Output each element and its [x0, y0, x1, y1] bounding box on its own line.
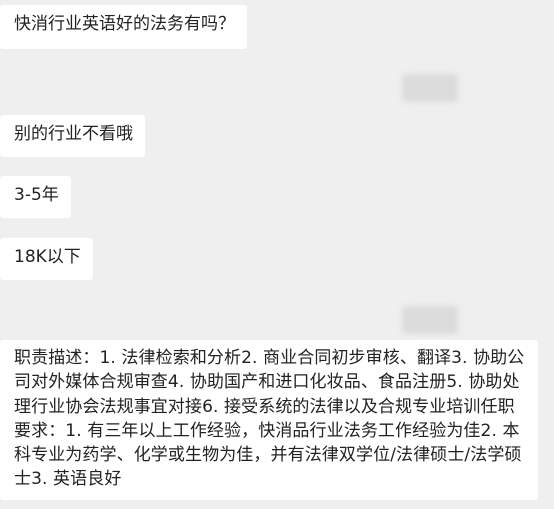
message-bubble[interactable]: 别的行业不看哦 [0, 115, 145, 157]
message-text: 快消行业英语好的法务有吗？ [14, 14, 235, 34]
blurred-avatar [402, 74, 458, 102]
message-text: 18K以下 [14, 247, 81, 267]
chat-conversation: 快消行业英语好的法务有吗？ 别的行业不看哦 3-5年 18K以下 职责描述：1.… [0, 0, 554, 509]
blurred-avatar [402, 306, 458, 334]
message-text: 3-5年 [14, 185, 59, 205]
message-text: 职责描述：1. 法律检索和分析2. 商业合同初步审核、翻译3. 协助公司对外媒体… [14, 348, 525, 490]
message-bubble[interactable]: 18K以下 [0, 238, 93, 280]
message-text: 别的行业不看哦 [14, 124, 133, 144]
job-description-message[interactable]: 职责描述：1. 法律检索和分析2. 商业合同初步审核、翻译3. 协助公司对外媒体… [0, 340, 538, 500]
message-bubble[interactable]: 3-5年 [0, 176, 71, 218]
message-bubble[interactable]: 快消行业英语好的法务有吗？ [0, 5, 247, 49]
